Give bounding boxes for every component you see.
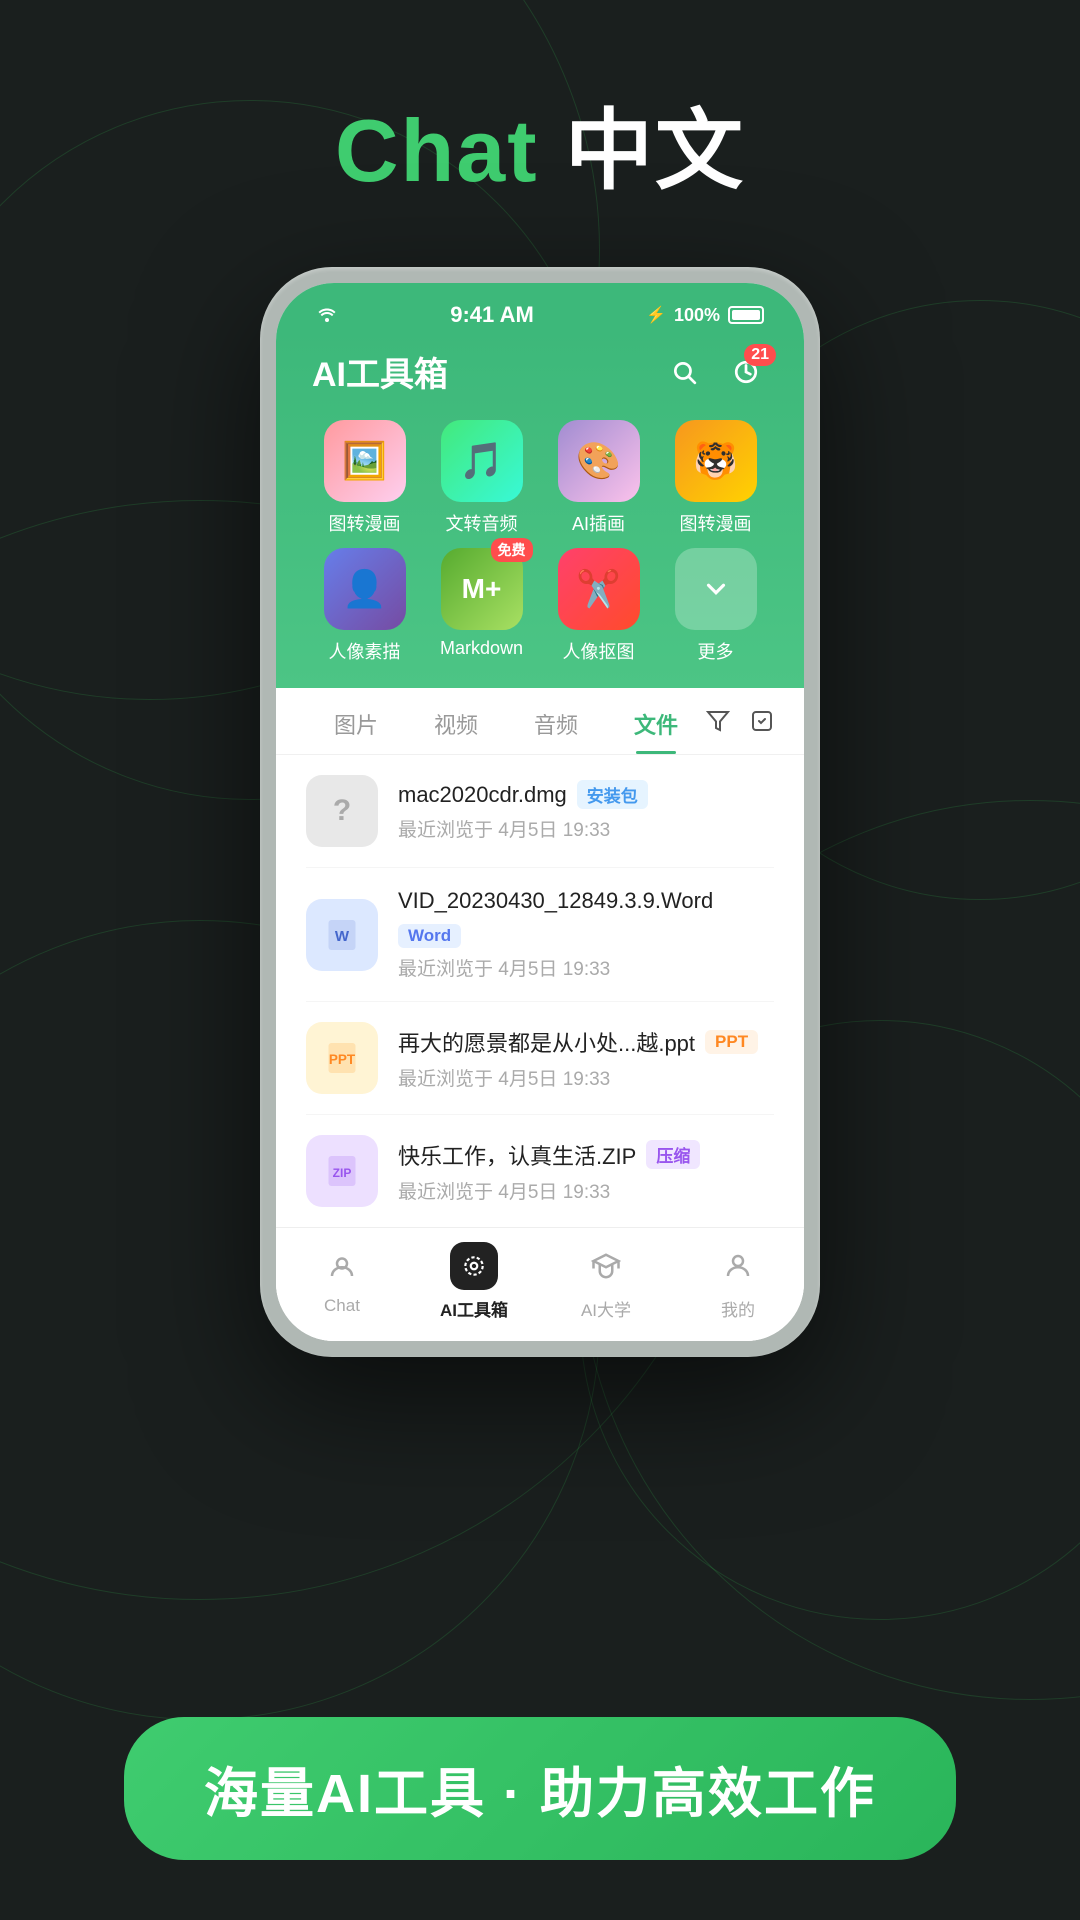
status-time: 9:41 AM xyxy=(450,302,534,328)
file-item-0[interactable]: ? mac2020cdr.dmg 安装包 最近浏览于 4月5日 19:33 xyxy=(306,755,774,868)
file-date-2: 最近浏览于 4月5日 19:33 xyxy=(398,1064,774,1091)
file-tag-2: PPT xyxy=(705,1030,758,1054)
app-label-4: 人像素描 xyxy=(329,638,401,664)
app-item-3[interactable]: 🐯 图转漫画 xyxy=(663,420,768,536)
file-icon-1: W xyxy=(306,899,378,971)
bluetooth-icon: ⚡ xyxy=(646,305,666,325)
tabs-actions xyxy=(706,709,774,754)
status-right-icons: ⚡ 100% xyxy=(646,305,764,326)
file-date-0: 最近浏览于 4月5日 19:33 xyxy=(398,815,774,842)
file-icon-0: ? xyxy=(306,775,378,847)
battery-text: 100% xyxy=(674,305,720,326)
tabs-row: 图片 视频 音频 文件 xyxy=(276,688,804,755)
nav-chat-label: Chat xyxy=(324,1296,360,1316)
notification-badge: 21 xyxy=(744,344,776,366)
app-label-3: 图转漫画 xyxy=(680,510,752,536)
header-row: AI工具箱 21 xyxy=(312,347,768,396)
app-header: AI工具箱 21 xyxy=(276,331,804,688)
content-area: 图片 视频 音频 文件 xyxy=(276,688,804,1341)
app-item-more[interactable]: 更多 xyxy=(663,548,768,664)
nav-mine-icon xyxy=(714,1242,762,1290)
file-name-0: mac2020cdr.dmg xyxy=(398,782,567,808)
bottom-nav: Chat AI工具箱 xyxy=(276,1227,804,1341)
history-button[interactable]: 21 xyxy=(724,350,768,394)
app-icon-0: 🖼️ xyxy=(324,420,406,502)
header-icons: 21 xyxy=(662,350,768,394)
app-item-0[interactable]: 🖼️ 图转漫画 xyxy=(312,420,417,536)
file-info-2: 再大的愿景都是从小处...越.ppt PPT 最近浏览于 4月5日 19:33 xyxy=(398,1026,774,1091)
search-button[interactable] xyxy=(662,350,706,394)
file-name-3: 快乐工作，认真生活.ZIP xyxy=(398,1139,636,1171)
app-item-5[interactable]: M+ 免费 Markdown xyxy=(429,548,534,664)
bottom-banner: 海量AI工具 · 助力高效工作 xyxy=(124,1717,956,1860)
svg-text:ZIP: ZIP xyxy=(333,1166,352,1180)
nav-university[interactable]: AI大学 xyxy=(540,1242,672,1321)
file-date-1: 最近浏览于 4月5日 19:33 xyxy=(398,954,774,981)
tab-images[interactable]: 图片 xyxy=(306,708,406,754)
file-info-0: mac2020cdr.dmg 安装包 最近浏览于 4月5日 19:33 xyxy=(398,780,774,842)
app-label-0: 图转漫画 xyxy=(329,510,401,536)
nav-tools-icon xyxy=(450,1242,498,1290)
title-chat: Chat xyxy=(335,101,539,200)
app-icon-1: 🎵 xyxy=(441,420,523,502)
file-date-3: 最近浏览于 4月5日 19:33 xyxy=(398,1177,774,1204)
app-item-1[interactable]: 🎵 文转音频 xyxy=(429,420,534,536)
select-icon[interactable] xyxy=(750,709,774,740)
file-list: ? mac2020cdr.dmg 安装包 最近浏览于 4月5日 19:33 xyxy=(276,755,804,1227)
app-item-4[interactable]: 👤 人像素描 xyxy=(312,548,417,664)
phone-frame: 9:41 AM ⚡ 100% AI工具箱 xyxy=(260,267,820,1357)
app-icon-3: 🐯 xyxy=(675,420,757,502)
file-item-3[interactable]: ZIP 快乐工作，认真生活.ZIP 压缩 最近浏览于 4月5日 19:33 xyxy=(306,1115,774,1227)
page-title: Chat 中文 xyxy=(0,0,1080,207)
nav-tools-label: AI工具箱 xyxy=(440,1296,508,1321)
file-tag-1: Word xyxy=(398,924,461,948)
nav-mine[interactable]: 我的 xyxy=(672,1242,804,1321)
app-icon-2: 🎨 xyxy=(558,420,640,502)
filter-icon[interactable] xyxy=(706,709,730,740)
app-label-6: 人像抠图 xyxy=(563,638,635,664)
tab-audio[interactable]: 音频 xyxy=(506,708,606,754)
nav-chat[interactable]: Chat xyxy=(276,1242,408,1321)
nav-university-label: AI大学 xyxy=(581,1296,631,1321)
file-name-1: VID_20230430_12849.3.9.Word xyxy=(398,888,713,914)
nav-university-icon xyxy=(582,1242,630,1290)
svg-text:PPT: PPT xyxy=(329,1052,356,1067)
status-bar: 9:41 AM ⚡ 100% xyxy=(276,283,804,331)
file-item-1[interactable]: W VID_20230430_12849.3.9.Word Word 最近浏览于… xyxy=(306,868,774,1002)
app-icon-4: 👤 xyxy=(324,548,406,630)
app-label-2: AI插画 xyxy=(572,510,625,536)
phone-mockup: 9:41 AM ⚡ 100% AI工具箱 xyxy=(0,267,1080,1357)
apps-grid: 🖼️ 图转漫画 🎵 文转音频 🎨 AI插画 xyxy=(312,420,768,664)
file-info-1: VID_20230430_12849.3.9.Word Word 最近浏览于 4… xyxy=(398,888,774,981)
app-label-more: 更多 xyxy=(698,638,734,664)
file-tag-0: 安装包 xyxy=(577,780,648,809)
svg-text:W: W xyxy=(335,928,350,945)
battery-icon xyxy=(728,306,764,324)
file-icon-3: ZIP xyxy=(306,1135,378,1207)
phone-screen: 9:41 AM ⚡ 100% AI工具箱 xyxy=(276,283,804,1341)
file-icon-2: PPT xyxy=(306,1022,378,1094)
more-icon xyxy=(675,548,757,630)
tab-files[interactable]: 文件 xyxy=(606,708,706,754)
bottom-banner-text: 海量AI工具 · 助力高效工作 xyxy=(204,1764,876,1824)
app-icon-5: M+ 免费 xyxy=(441,548,523,630)
nav-mine-label: 我的 xyxy=(721,1296,755,1321)
app-item-2[interactable]: 🎨 AI插画 xyxy=(546,420,651,536)
app-icon-6: ✂️ xyxy=(558,548,640,630)
app-item-6[interactable]: ✂️ 人像抠图 xyxy=(546,548,651,664)
file-tag-3: 压缩 xyxy=(646,1140,700,1169)
tab-video[interactable]: 视频 xyxy=(406,708,506,754)
file-item-2[interactable]: PPT 再大的愿景都是从小处...越.ppt PPT 最近浏览于 4月5日 19… xyxy=(306,1002,774,1115)
file-info-3: 快乐工作，认真生活.ZIP 压缩 最近浏览于 4月5日 19:33 xyxy=(398,1139,774,1204)
wifi-icon xyxy=(316,307,338,323)
nav-tools[interactable]: AI工具箱 xyxy=(408,1242,540,1321)
app-title: AI工具箱 xyxy=(312,347,448,396)
app-label-1: 文转音频 xyxy=(446,510,518,536)
title-chinese: 中文 xyxy=(565,101,745,200)
nav-chat-icon xyxy=(318,1242,366,1290)
file-name-2: 再大的愿景都是从小处...越.ppt xyxy=(398,1026,695,1058)
app-label-5: Markdown xyxy=(440,638,523,659)
